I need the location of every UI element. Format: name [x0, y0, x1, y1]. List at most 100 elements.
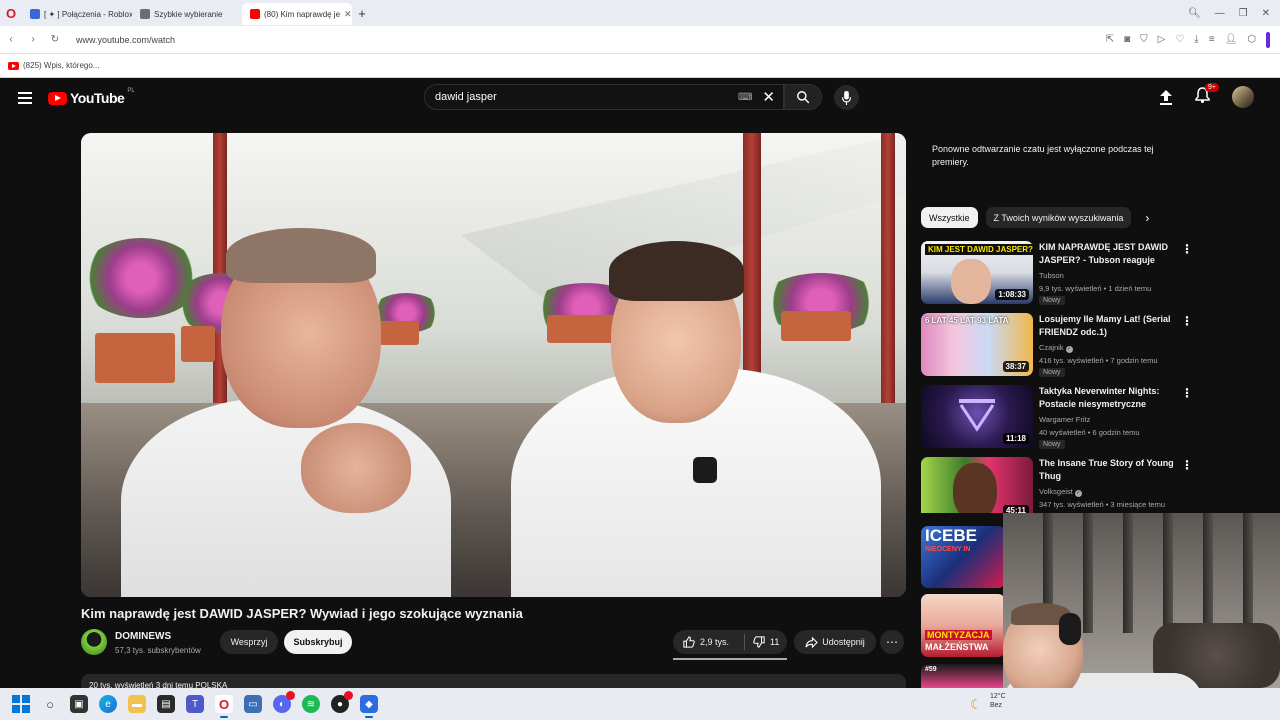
- channel-name[interactable]: DOMINEWS: [115, 631, 171, 642]
- share-label: Udostępnij: [822, 637, 865, 647]
- back-icon[interactable]: ‹: [0, 34, 22, 45]
- tab-speed-dial[interactable]: Szybkie wybieranie: [132, 3, 242, 25]
- recommendation-channel[interactable]: Volksgeist ✓: [1039, 487, 1082, 497]
- new-tab-button[interactable]: +: [352, 3, 372, 23]
- keyboard-icon[interactable]: ⌨: [738, 92, 752, 103]
- chip-from-search[interactable]: Z Twoich wyników wyszukiwania: [985, 207, 1132, 228]
- discord-icon[interactable]: ◐: [273, 691, 295, 713]
- store-icon[interactable]: ▤: [157, 695, 175, 713]
- windows-start-icon[interactable]: [12, 695, 30, 713]
- recommendation-thumbnail[interactable]: 45:11: [921, 457, 1033, 513]
- chip-all[interactable]: Wszystkie: [921, 207, 978, 228]
- recommendation-thumbnail[interactable]: ICEBE NIEOCENY IN: [921, 526, 1005, 588]
- weather-moon-icon[interactable]: ☾: [970, 696, 983, 713]
- dislike-count: 11: [770, 637, 780, 647]
- video-duration: 38:37: [1002, 361, 1029, 372]
- dislike-button[interactable]: 11: [745, 636, 779, 648]
- url-field[interactable]: www.youtube.com/watch: [76, 35, 175, 45]
- recommendation-title[interactable]: The Insane True Story of Young Thug: [1039, 457, 1175, 483]
- notifications-button[interactable]: 9+: [1195, 82, 1219, 108]
- share-page-icon[interactable]: ⇱: [1106, 34, 1114, 45]
- weather-widget[interactable]: 12°C Bez: [990, 692, 1006, 710]
- opera-logo-icon[interactable]: O: [0, 0, 22, 26]
- like-button[interactable]: 2,9 tys.: [673, 634, 745, 650]
- roblox-icon[interactable]: ◆: [360, 695, 378, 718]
- shield-icon[interactable]: ⛉: [1140, 34, 1148, 45]
- voice-search-button[interactable]: [834, 85, 859, 110]
- subscribe-button[interactable]: Subskrybuj: [284, 630, 352, 654]
- reload-icon[interactable]: ↻: [44, 34, 66, 45]
- channel-avatar[interactable]: [81, 629, 107, 655]
- upload-icon[interactable]: [1159, 89, 1173, 105]
- window-controls: 🔍︎ — ❐ ✕: [1188, 8, 1280, 19]
- recommendation-channel[interactable]: Tubson: [1039, 271, 1064, 280]
- file-explorer-icon[interactable]: ▬: [128, 695, 146, 713]
- download-icon[interactable]: ⤓: [1194, 34, 1198, 45]
- recommendation-thumbnail[interactable]: MONTYZACJA MAŁŻEŃSTWA: [921, 594, 1005, 657]
- more-vertical-icon[interactable]: ⋮: [1181, 459, 1191, 471]
- close-window-icon[interactable]: ✕: [1262, 8, 1270, 19]
- windows-taskbar: ○ ▣ e ▬ ▤ T O ▭ ◐ ≋ ● ◆: [0, 688, 1280, 720]
- account-avatar[interactable]: [1232, 86, 1254, 108]
- recommendation-title[interactable]: Taktyka Neverwinter Nights: Postacie nie…: [1039, 385, 1175, 411]
- video-person-left-hand: [301, 423, 411, 513]
- support-button[interactable]: Wesprzyj: [220, 630, 278, 654]
- forward-icon[interactable]: ›: [22, 34, 44, 45]
- share-arrow-icon: [805, 636, 819, 648]
- heart-icon[interactable]: ♡: [1175, 34, 1184, 45]
- more-vertical-icon[interactable]: ⋮: [1181, 315, 1193, 327]
- clear-search-icon[interactable]: ✕: [762, 88, 775, 106]
- task-view-icon[interactable]: ▣: [70, 695, 88, 713]
- recommendation-item[interactable]: 6 LAT 45 LAT 93 LATA 38:37 Losujemy Ile …: [921, 313, 1193, 379]
- search-button[interactable]: [784, 84, 822, 110]
- more-vertical-icon[interactable]: ⋮: [1181, 243, 1193, 255]
- recommendation-item[interactable]: KIM JEST DAWID JASPER? 1:08:33 KIM NAPRA…: [921, 241, 1193, 307]
- extensions-icon[interactable]: ⬡: [1247, 34, 1256, 45]
- sidebar-toggle-icon[interactable]: [1266, 31, 1270, 48]
- description-box[interactable]: 20 tys. wyświetleń 3 dni temu POLSKA: [81, 674, 906, 688]
- thumbs-up-icon: [683, 636, 695, 648]
- close-tab-icon[interactable]: ✕: [344, 9, 352, 20]
- recommendation-item[interactable]: 45:11 The Insane True Story of Young Thu…: [921, 457, 1191, 513]
- youtube-play-logo-icon: [48, 91, 67, 105]
- menu-icon[interactable]: [18, 92, 32, 104]
- share-button[interactable]: Udostępnij: [794, 630, 876, 654]
- edge-icon[interactable]: e: [99, 695, 117, 713]
- player-icon[interactable]: ▷: [1158, 34, 1166, 45]
- recommendation-title[interactable]: Losujemy Ile Mamy Lat! (Serial FRIENDZ o…: [1039, 313, 1175, 339]
- teams-icon[interactable]: T: [186, 695, 204, 713]
- search-tabs-icon[interactable]: 🔍︎: [1188, 8, 1201, 19]
- camera-icon[interactable]: ◙: [1124, 34, 1130, 45]
- recommendation-channel[interactable]: Czajnik ✓: [1039, 343, 1073, 353]
- opera-icon[interactable]: O: [215, 695, 233, 718]
- recommendation-title[interactable]: KIM NAPRAWDĘ JEST DAWID JASPER? - Tubson…: [1039, 241, 1175, 267]
- youtube-favicon-icon: [250, 9, 260, 19]
- subscriber-count: 57,3 tys. subskrybentów: [115, 646, 201, 655]
- tab-roblox[interactable]: [ ✦ ] Połączenia - Roblox: [22, 3, 132, 25]
- maximize-icon[interactable]: ❐: [1239, 8, 1248, 19]
- display-icon[interactable]: ▭: [244, 695, 262, 713]
- recommendation-thumbnail[interactable]: KIM JEST DAWID JASPER? 1:08:33: [921, 241, 1033, 304]
- minimize-icon[interactable]: —: [1215, 8, 1225, 19]
- recommendation-item[interactable]: 11:18 Taktyka Neverwinter Nights: Postac…: [921, 385, 1193, 451]
- chevron-right-icon[interactable]: ›: [1145, 211, 1149, 225]
- bookmark-item[interactable]: (825) Wpis, którego...: [23, 61, 99, 70]
- search-input[interactable]: dawid jasper ⌨ ✕: [424, 84, 784, 110]
- spotify-icon[interactable]: ≋: [302, 695, 320, 713]
- youtube-logo-text: YouTube: [70, 90, 125, 106]
- video-person-left-shirt: [121, 398, 451, 597]
- profile-icon[interactable]: 👤︎: [1225, 34, 1238, 45]
- more-actions-button[interactable]: ⋯: [880, 630, 904, 654]
- search-icon[interactable]: ○: [41, 695, 59, 713]
- app-icon[interactable]: ●: [331, 691, 353, 713]
- youtube-logo[interactable]: YouTube PL: [48, 88, 135, 106]
- recommendation-channel[interactable]: Wargamer Fritz: [1039, 415, 1090, 424]
- recommendation-thumbnail[interactable]: #59: [921, 664, 1005, 688]
- recommendation-meta: 347 tys. wyświetleń • 3 miesiące temu: [1039, 500, 1166, 509]
- recommendation-thumbnail[interactable]: 6 LAT 45 LAT 93 LATA 38:37: [921, 313, 1033, 376]
- video-player[interactable]: [81, 133, 906, 597]
- tab-youtube[interactable]: (80) Kim naprawdę je ✕: [242, 3, 352, 25]
- recommendation-thumbnail[interactable]: 11:18: [921, 385, 1033, 448]
- more-vertical-icon[interactable]: ⋮: [1181, 387, 1193, 399]
- easy-setup-icon[interactable]: ≡: [1209, 34, 1215, 45]
